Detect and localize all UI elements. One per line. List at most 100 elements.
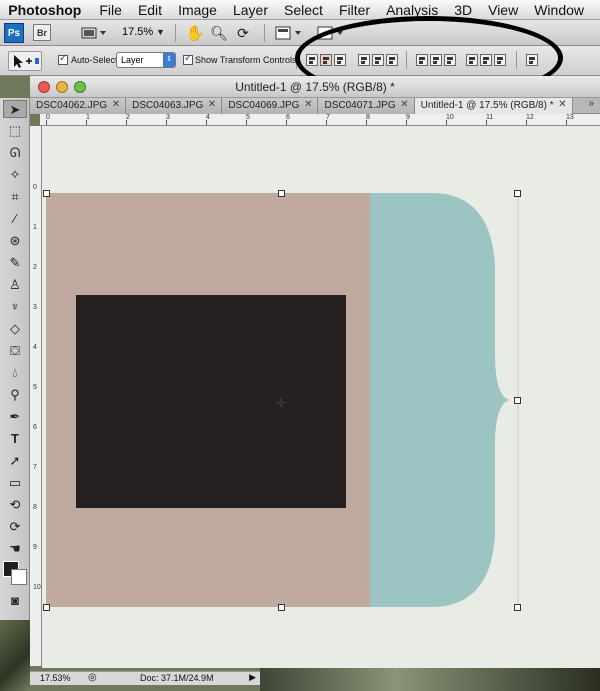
rotate-view-icon[interactable]: ⟳ <box>234 24 252 42</box>
hand-tool-icon[interactable]: ✋ <box>186 24 205 42</box>
transform-handle[interactable] <box>514 190 521 197</box>
transform-handle[interactable] <box>278 190 285 197</box>
ruler-label: 4 <box>33 344 37 351</box>
rectangle-tool-icon[interactable]: ▭ <box>3 474 27 492</box>
menu-view[interactable]: View <box>488 2 518 18</box>
document-title: Untitled-1 @ 17.5% (RGB/8) * <box>235 80 395 94</box>
paint-bucket-icon[interactable]: ⛋ <box>3 342 27 360</box>
lasso-tool-icon[interactable]: ᘏ <box>3 144 27 162</box>
ruler-label: 0 <box>33 184 37 191</box>
ruler-label: 3 <box>33 304 37 311</box>
menu-image[interactable]: Image <box>178 2 217 18</box>
close-tab-icon[interactable]: ✕ <box>112 99 120 110</box>
ruler-label: 10 <box>33 584 41 591</box>
background-color-swatch[interactable] <box>11 569 27 585</box>
marquee-tool-icon[interactable]: ⬚ <box>3 122 27 140</box>
auto-select-dropdown[interactable]: Layer ⇕ <box>116 52 176 68</box>
arrange-documents-button[interactable] <box>274 24 304 42</box>
tab-label: DSC04063.JPG <box>132 100 204 111</box>
3d-rotate-icon[interactable]: ⟲ <box>3 496 27 514</box>
menu-file[interactable]: File <box>99 2 122 18</box>
ruler-label: 13 <box>566 114 574 121</box>
app-menu[interactable]: Photoshop <box>8 2 81 18</box>
path-selection-icon[interactable]: ➚ <box>3 452 27 470</box>
horizontal-ruler[interactable]: 0 1 2 3 4 5 6 7 8 9 10 11 12 13 <box>40 114 600 126</box>
tab-dsc04063[interactable]: DSC04063.JPG ✕ <box>126 98 223 114</box>
ruler-label: 10 <box>446 114 454 121</box>
ruler-label: 9 <box>406 114 410 121</box>
ruler-label: 8 <box>33 504 37 511</box>
photoshop-logo-icon: Ps <box>4 23 24 43</box>
ruler-label: 7 <box>33 464 37 471</box>
bridge-button[interactable]: Br <box>33 24 51 41</box>
eraser-icon[interactable]: ◇ <box>3 320 27 338</box>
ruler-label: 7 <box>326 114 330 121</box>
close-tab-icon[interactable]: ✕ <box>400 99 408 110</box>
brush-tool-icon[interactable]: ✎ <box>3 254 27 272</box>
status-zoom[interactable]: 17.53% <box>40 673 71 683</box>
transform-center-icon[interactable]: ✛ <box>276 396 286 410</box>
view-extras-button[interactable] <box>80 25 108 41</box>
transform-handle[interactable] <box>514 604 521 611</box>
tab-dsc04069[interactable]: DSC04069.JPG ✕ <box>222 98 319 114</box>
menu-layer[interactable]: Layer <box>233 2 268 18</box>
move-tool-icon[interactable]: ➤ <box>3 100 27 118</box>
eyedropper-icon[interactable]: ⁄ <box>3 210 27 228</box>
tools-panel: ➤ ⬚ ᘏ ✧ ⌗ ⁄ ⊛ ✎ ♙ ♆ ◇ ⛋ 💧︎ ⚲ ✒ T ➚ ▭ ⟲ ⟳… <box>0 98 30 620</box>
auto-select-checkbox[interactable] <box>58 53 68 65</box>
zoom-dropdown-arrow-icon[interactable]: ▼ <box>156 27 165 37</box>
view-extras-icon <box>81 27 106 39</box>
teal-brace-shape[interactable] <box>370 193 520 608</box>
document-tab-bar: DSC04062.JPG ✕ DSC04063.JPG ✕ DSC04069.JPG… <box>30 98 600 114</box>
close-tab-icon[interactable]: ✕ <box>558 99 566 110</box>
status-menu-arrow-icon[interactable]: ▶ <box>249 672 256 683</box>
tab-label: DSC04062.JPG <box>36 100 108 111</box>
ruler-label: 12 <box>526 114 534 121</box>
status-info-icon[interactable]: ◎ <box>88 672 97 683</box>
menu-edit[interactable]: Edit <box>138 2 162 18</box>
pen-tool-icon[interactable]: ✒ <box>3 408 27 426</box>
history-brush-icon[interactable]: ♆ <box>3 298 27 316</box>
ruler-label: 5 <box>33 384 37 391</box>
close-tab-icon[interactable]: ✕ <box>208 99 216 110</box>
transform-handle[interactable] <box>278 604 285 611</box>
menu-bar: Photoshop File Edit Image Layer Select F… <box>0 0 600 20</box>
menu-select[interactable]: Select <box>284 2 323 18</box>
tab-dsc04071[interactable]: DSC04071.JPG ✕ <box>318 98 415 114</box>
more-tabs-icon[interactable]: » <box>588 98 594 109</box>
blur-tool-icon[interactable]: 💧︎ <box>3 364 27 382</box>
auto-select-label: Auto-Select: <box>71 55 121 65</box>
transform-handle[interactable] <box>43 604 50 611</box>
quick-mask-icon[interactable]: ◙ <box>3 592 27 610</box>
tab-untitled-1[interactable]: Untitled-1 @ 17.5% (RGB/8) * ✕ <box>414 98 573 114</box>
menu-3d[interactable]: 3D <box>454 2 472 18</box>
clone-stamp-icon[interactable]: ♙ <box>3 276 27 294</box>
ruler-label: 1 <box>86 114 90 121</box>
dark-rectangle-shape[interactable] <box>76 295 346 508</box>
show-transform-checkbox[interactable] <box>183 53 193 65</box>
hand-tool-icon[interactable]: ☚ <box>3 540 27 558</box>
healing-brush-icon[interactable]: ⊛ <box>3 232 27 250</box>
ruler-label: 5 <box>246 114 250 121</box>
zoom-level-dropdown[interactable]: 17.5% <box>122 26 153 38</box>
close-tab-icon[interactable]: ✕ <box>304 99 312 110</box>
dodge-tool-icon[interactable]: ⚲ <box>3 386 27 404</box>
ruler-label: 9 <box>33 544 37 551</box>
3d-orbit-icon[interactable]: ⟳ <box>3 518 27 536</box>
auto-select-value: Layer <box>121 55 144 65</box>
zoom-tool-icon[interactable]: 🔍︎ <box>210 24 228 42</box>
menu-window[interactable]: Window <box>534 2 584 18</box>
vertical-ruler[interactable]: 0 1 2 3 4 5 6 7 8 9 10 <box>30 126 42 666</box>
tab-dsc04062[interactable]: DSC04062.JPG ✕ <box>30 98 127 114</box>
transform-handle[interactable] <box>514 397 521 404</box>
crop-tool-icon[interactable]: ⌗ <box>3 188 27 206</box>
tool-preset-picker[interactable] <box>8 51 42 71</box>
menu-filter[interactable]: Filter <box>339 2 370 18</box>
type-tool-icon[interactable]: T <box>3 430 27 448</box>
desktop-background <box>260 668 600 691</box>
ruler-label: 2 <box>126 114 130 121</box>
magic-wand-icon[interactable]: ✧ <box>3 166 27 184</box>
tab-label: Untitled-1 @ 17.5% (RGB/8) * <box>420 100 554 111</box>
ruler-label: 4 <box>206 114 210 121</box>
transform-handle[interactable] <box>43 190 50 197</box>
